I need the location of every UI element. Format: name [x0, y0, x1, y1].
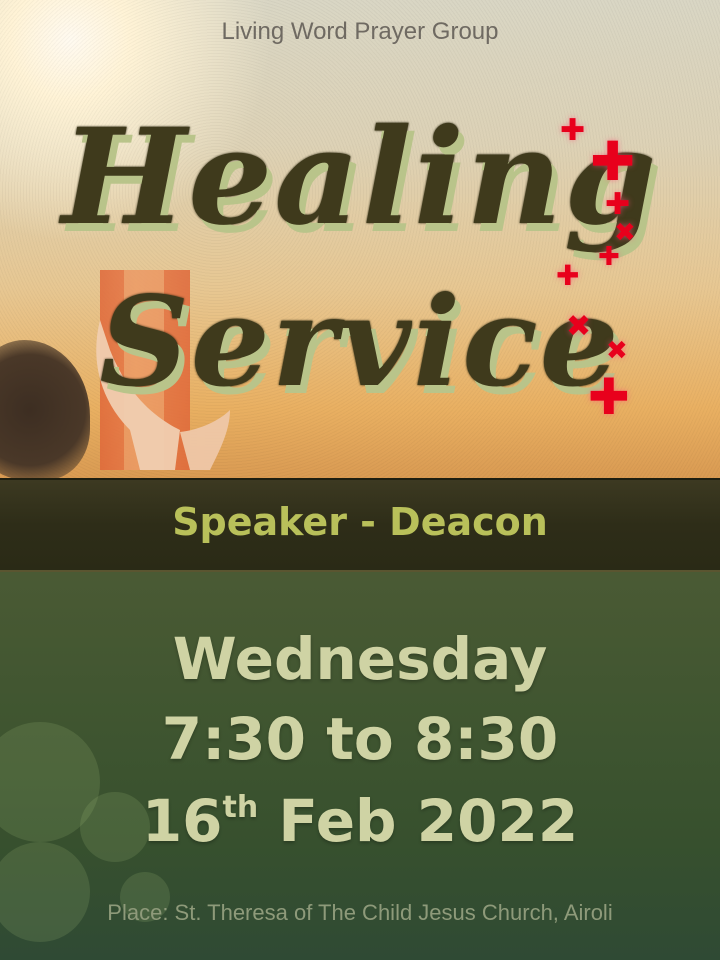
red-cross-icon: ✚	[590, 130, 636, 193]
bokeh-circle	[0, 842, 90, 942]
red-cross-icon: ✚	[556, 259, 580, 292]
event-day: Wednesday	[172, 625, 548, 693]
red-cross-icon: ✚	[588, 368, 630, 426]
event-date: 16th Feb 2022	[0, 787, 720, 855]
red-cross-icon: ✚	[605, 187, 631, 222]
poster: Living Word Prayer Group Healing Service…	[0, 0, 720, 960]
red-cross-icon: ✚	[598, 242, 620, 272]
red-cross-icon: ✖	[566, 309, 592, 344]
red-cross-icon: ✖	[606, 336, 628, 366]
date-day: 16	[141, 787, 223, 855]
group-name: Living Word Prayer Group	[221, 18, 499, 45]
event-place: Place: St. Theresa of The Child Jesus Ch…	[107, 900, 613, 925]
event-time: 7:30 to 8:30	[161, 705, 559, 773]
date-suffix: th	[222, 790, 259, 825]
date-month-year: Feb 2022	[258, 787, 579, 855]
speaker-label: Speaker - Deacon	[172, 500, 548, 544]
red-cross-icon: ✚	[560, 113, 586, 148]
